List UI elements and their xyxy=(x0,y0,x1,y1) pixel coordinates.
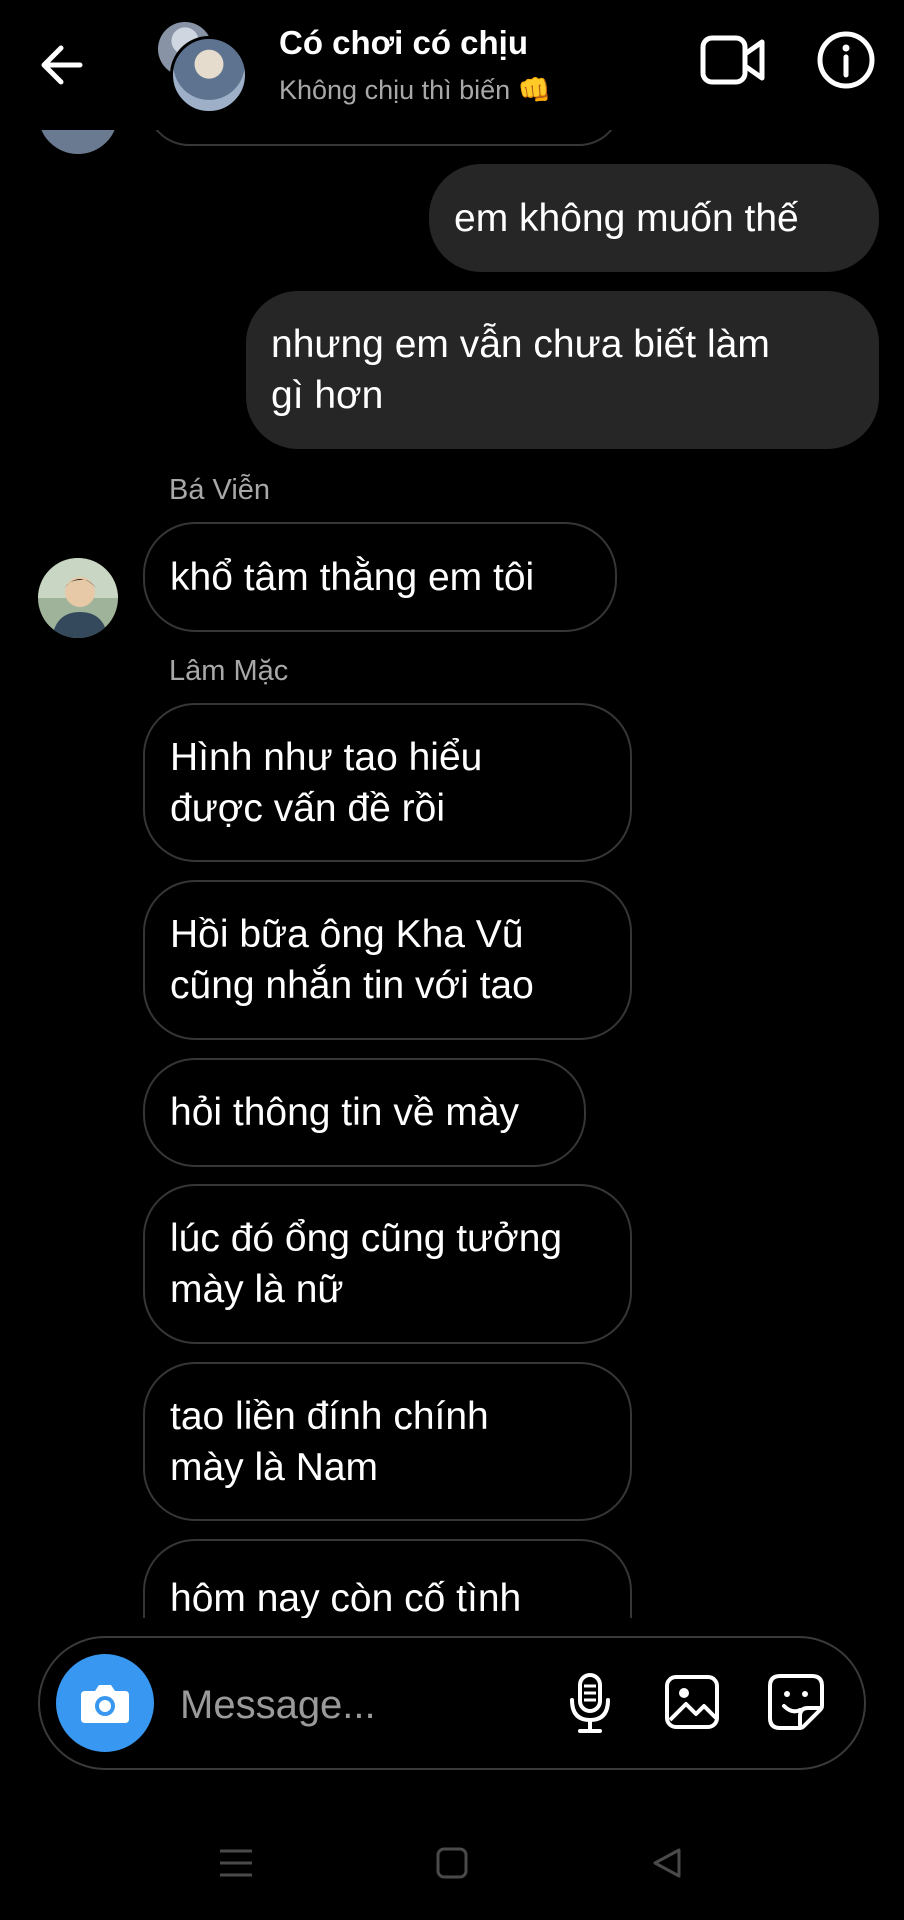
image-icon xyxy=(665,1675,719,1729)
arrow-left-icon xyxy=(41,45,83,85)
sticker-button[interactable] xyxy=(766,1672,826,1732)
message-text-line: gì hơn xyxy=(271,374,384,417)
microphone-icon xyxy=(570,1673,610,1733)
video-call-button[interactable] xyxy=(700,34,766,86)
message-text-line: được vấn đề rồi xyxy=(170,786,445,830)
gallery-button[interactable] xyxy=(664,1674,720,1730)
camera-button[interactable] xyxy=(56,1654,154,1752)
chat-header: Có chơi có chịu Không chịu thì biến 👊 xyxy=(0,0,904,130)
nav-menu-button[interactable] xyxy=(218,1848,254,1878)
info-button[interactable] xyxy=(816,30,876,90)
menu-icon xyxy=(220,1849,252,1877)
back-button[interactable] xyxy=(34,40,90,90)
group-avatar[interactable] xyxy=(170,36,248,114)
nav-home-button[interactable] xyxy=(435,1846,469,1880)
message-incoming[interactable]: khổ tâm thằng em tôi xyxy=(143,522,617,632)
message-text-line: mày là Nam xyxy=(170,1445,379,1489)
message-text-line: cũng nhắn tin với tao xyxy=(170,964,534,1007)
message-text-line: mày là nữ xyxy=(170,1268,344,1311)
avatar[interactable] xyxy=(38,558,118,638)
sticker-icon xyxy=(768,1674,824,1730)
avatar-photo xyxy=(38,558,118,638)
message-text: khổ tâm thằng em tôi xyxy=(170,555,535,599)
back-triangle-icon xyxy=(653,1848,681,1878)
message-text: hôm nay còn cố tình xyxy=(170,1577,522,1620)
voice-message-button[interactable] xyxy=(566,1672,614,1734)
info-icon xyxy=(817,31,875,89)
message-text-line: Hồi bữa ông Kha Vũ xyxy=(170,913,524,956)
message-incoming[interactable]: Hồi bữa ông Kha Vũ cũng nhắn tin với tao xyxy=(143,880,632,1040)
video-camera-icon xyxy=(700,35,765,85)
message-outgoing[interactable]: nhưng em vẫn chưa biết làm gì hơn xyxy=(246,291,879,449)
message-text: hỏi thông tin về mày xyxy=(170,1091,520,1134)
message-text-line: lúc đó ổng cũng tưởng xyxy=(170,1217,563,1260)
message-text-line: tao liền đính chính xyxy=(170,1394,489,1438)
sender-name: Bá Viễn xyxy=(169,474,271,506)
message-input[interactable] xyxy=(180,1680,540,1730)
home-square-icon xyxy=(436,1847,468,1879)
message-outgoing[interactable]: em không muốn thế xyxy=(429,164,879,272)
sender-name: Lâm Mặc xyxy=(169,655,289,687)
message-text: em không muốn thế xyxy=(454,196,799,240)
nav-back-button[interactable] xyxy=(650,1846,684,1880)
chat-title[interactable]: Có chơi có chịu xyxy=(279,24,528,62)
camera-icon xyxy=(81,1685,129,1723)
message-incoming[interactable]: lúc đó ổng cũng tưởng mày là nữ xyxy=(143,1184,632,1344)
message-incoming[interactable]: Hình như tao hiểu được vấn đề rồi xyxy=(143,703,632,862)
message-text-line: Hình như tao hiểu xyxy=(170,735,483,779)
message-incoming[interactable]: tao liền đính chính mày là Nam xyxy=(143,1362,632,1521)
message-text-line: nhưng em vẫn chưa biết làm xyxy=(271,323,770,366)
chat-subtitle: Không chịu thì biến 👊 xyxy=(279,75,552,105)
message-incoming[interactable]: hỏi thông tin về mày xyxy=(143,1058,586,1167)
